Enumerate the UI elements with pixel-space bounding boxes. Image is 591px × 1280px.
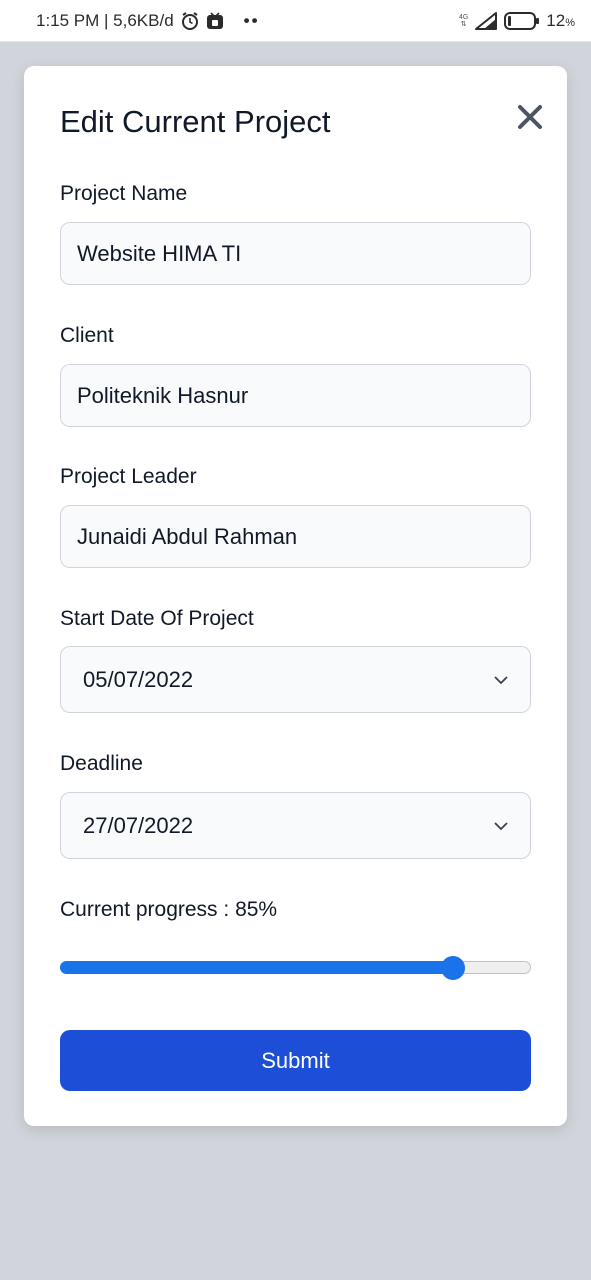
network-arrows-icon: ⇅: [460, 20, 467, 28]
battery-percent: 12%: [546, 11, 575, 31]
chevron-down-icon: [494, 675, 508, 684]
status-bar-left: 1:15 PM | 5,6KB/d ••: [36, 11, 260, 31]
network-type-label: 4G ⇅: [459, 14, 468, 28]
status-bar: 1:15 PM | 5,6KB/d •• 4G ⇅ 12%: [0, 0, 591, 42]
progress-slider-thumb[interactable]: [441, 956, 466, 980]
deadline-label: Deadline: [60, 752, 143, 775]
more-notifications-dots: ••: [243, 10, 260, 30]
battery-icon: [504, 11, 540, 31]
client-input[interactable]: [60, 364, 531, 427]
status-time-speed: 1:15 PM | 5,6KB/d: [36, 10, 174, 30]
notification-app-icon: [206, 11, 224, 30]
chevron-down-icon: [494, 821, 508, 830]
dialog-title: Edit Current Project: [60, 104, 331, 139]
progress-slider[interactable]: [60, 956, 531, 980]
close-icon: [518, 105, 542, 129]
close-button[interactable]: [515, 102, 545, 132]
network-type-text: 4G: [458, 13, 469, 21]
progress-label: Current progress : 85%: [60, 898, 278, 921]
alarm-clock-icon: [180, 11, 200, 31]
project-leader-input[interactable]: [60, 505, 531, 568]
project-name-label: Project Name: [60, 182, 188, 205]
deadline-value: 27/07/2022: [83, 812, 194, 838]
battery-percent-value: 12: [546, 10, 566, 30]
start-date-label: Start Date Of Project: [60, 607, 254, 630]
start-date-value: 05/07/2022: [83, 666, 194, 692]
start-date-select[interactable]: 05/07/2022: [60, 646, 531, 713]
project-name-input[interactable]: [60, 222, 531, 285]
signal-strength-icon: [474, 11, 498, 31]
client-label: Client: [60, 324, 114, 347]
deadline-select[interactable]: 27/07/2022: [60, 792, 531, 859]
status-bar-right: 4G ⇅ 12%: [459, 11, 575, 31]
submit-button[interactable]: Submit: [60, 1030, 531, 1091]
battery-percent-unit: %: [565, 16, 575, 29]
edit-project-dialog: Edit Current Project Project Name Client…: [24, 66, 567, 1126]
project-leader-label: Project Leader: [60, 465, 197, 488]
progress-slider-fill: [60, 961, 460, 974]
